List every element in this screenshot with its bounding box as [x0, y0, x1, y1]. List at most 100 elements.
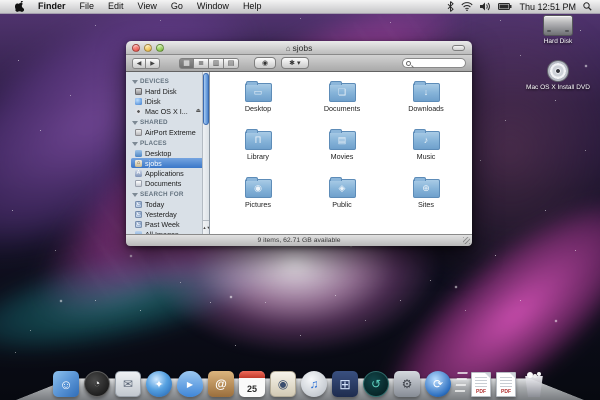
folder-icon: ↓	[413, 83, 440, 102]
folder-view: ▭Desktop ❏Documents ↓Downloads ΠLibrary …	[210, 72, 472, 234]
dock-safari-icon[interactable]: ✦	[146, 371, 172, 397]
sidebar-item-past-week[interactable]: ◷Past Week	[131, 219, 201, 229]
action-button[interactable]: ✱▾	[281, 57, 308, 69]
folder-music[interactable]: ♪Music	[384, 128, 468, 176]
sidebar-item-idisk[interactable]: iDisk	[131, 96, 201, 106]
folder-icon: ◈	[329, 179, 356, 198]
forward-button[interactable]: ▶	[146, 58, 160, 69]
dock-trash-icon[interactable]	[521, 372, 547, 397]
folder-sites[interactable]: ⊕Sites	[384, 176, 468, 224]
home-icon: ⌂	[286, 44, 291, 53]
clock-icon: ◷	[135, 211, 142, 218]
sidebar-item-airport-extreme[interactable]: AirPort Extreme	[131, 127, 201, 137]
apple-menu-icon[interactable]	[8, 1, 31, 12]
sidebar-item-applications[interactable]: AApplications	[131, 168, 201, 178]
status-bar: 9 items, 62.71 GB available	[126, 234, 472, 246]
scrollbar-thumb[interactable]	[203, 73, 209, 125]
sidebar-item-yesterday[interactable]: ◷Yesterday	[131, 209, 201, 219]
dock-software-update-icon[interactable]: ⟳	[425, 371, 451, 397]
title-bar[interactable]: ⌂sjobs	[126, 41, 472, 55]
wifi-icon[interactable]	[461, 2, 473, 11]
view-coverflow-button[interactable]: ▤	[224, 58, 239, 69]
folder-desktop[interactable]: ▭Desktop	[216, 80, 300, 128]
sidebar-section-places[interactable]: PLACES	[132, 140, 201, 147]
folder-public[interactable]: ◈Public	[300, 176, 384, 224]
eject-icon[interactable]: ⏏	[196, 108, 201, 114]
sidebar-item-documents[interactable]: Documents	[131, 178, 201, 188]
menu-item-go[interactable]: Go	[164, 0, 190, 13]
view-list-button[interactable]: ≣	[194, 58, 209, 69]
folder-movies[interactable]: ▤Movies	[300, 128, 384, 176]
folder-downloads[interactable]: ↓Downloads	[384, 80, 468, 128]
dock-time-machine-icon[interactable]: ↺	[363, 371, 389, 397]
dock-finder-icon[interactable]: ☺	[53, 371, 79, 397]
menu-item-window[interactable]: Window	[190, 0, 236, 13]
sidebar-scrollbar[interactable]: ▲▼	[202, 72, 209, 234]
dock-document-icon[interactable]: PDF	[496, 372, 516, 397]
sidebar-item-install-dvd[interactable]: Mac OS X I...⏏	[131, 106, 201, 116]
back-button[interactable]: ◀	[132, 58, 146, 69]
dock-mail-icon[interactable]: ✉	[115, 371, 141, 397]
menu-item-view[interactable]: View	[131, 0, 164, 13]
search-input[interactable]	[402, 58, 466, 68]
folder-library[interactable]: ΠLibrary	[216, 128, 300, 176]
folder-icon: ▤	[329, 131, 356, 150]
sidebar-item-hard-disk[interactable]: Hard Disk	[131, 86, 201, 96]
idisk-icon	[135, 98, 142, 105]
folder-icon: ♪	[413, 131, 440, 150]
volume-icon[interactable]	[480, 2, 491, 11]
dock-iphoto-icon[interactable]: ◉	[270, 371, 296, 397]
disclosure-triangle-icon[interactable]	[132, 121, 138, 125]
spotlight-icon[interactable]	[583, 2, 592, 11]
dock-address-book-icon[interactable]: @	[208, 371, 234, 397]
view-icon-button[interactable]: ▦	[179, 58, 194, 69]
clock-icon: ◷	[135, 221, 142, 228]
sidebar-section-devices[interactable]: DEVICES	[132, 78, 201, 85]
sidebar-item-desktop[interactable]: Desktop	[131, 148, 201, 158]
dock-separator	[454, 372, 467, 396]
disclosure-triangle-icon[interactable]	[132, 193, 138, 197]
folder-documents[interactable]: ❏Documents	[300, 80, 384, 128]
disclosure-triangle-icon[interactable]	[132, 80, 138, 84]
dock: ☺ ◔ ✉ ✦ ▶ @ 25 ◉ ♫ ⊞ ↺ ⚙ ⟳ PDF PDF	[0, 358, 600, 400]
dock-spaces-icon[interactable]: ⊞	[332, 371, 358, 397]
sidebar-item-today[interactable]: ◷Today	[131, 199, 201, 209]
menu-item-edit[interactable]: Edit	[101, 0, 131, 13]
dock-itunes-icon[interactable]: ♫	[301, 371, 327, 397]
menu-item-help[interactable]: Help	[236, 0, 269, 13]
sidebar-item-sjobs[interactable]: ⌂sjobs	[131, 158, 209, 168]
chevron-down-icon: ▾	[297, 59, 301, 67]
sidebar-section-shared[interactable]: SHARED	[132, 119, 201, 126]
quicklook-button[interactable]: ◉	[254, 57, 276, 69]
toolbar-toggle-pill-button[interactable]	[452, 45, 465, 51]
home-icon: ⌂	[135, 160, 142, 167]
applications-icon: A	[135, 170, 142, 177]
desktop[interactable]: Finder File Edit View Go Window Help Thu…	[0, 0, 600, 400]
dock-ical-icon[interactable]: 25	[239, 371, 265, 397]
desktop-icon-install-dvd[interactable]: Mac OS X Install DVD	[518, 60, 598, 91]
dock-document-icon[interactable]: PDF	[471, 372, 491, 397]
airport-icon	[135, 129, 142, 136]
folder-pictures[interactable]: ◉Pictures	[216, 176, 300, 224]
dock-dashboard-icon[interactable]: ◔	[84, 371, 110, 397]
dock-ichat-icon[interactable]: ▶	[177, 371, 203, 397]
menu-clock[interactable]: Thu 12:51 PM	[519, 2, 576, 12]
disclosure-triangle-icon[interactable]	[132, 142, 138, 146]
menu-item-finder[interactable]: Finder	[31, 0, 73, 13]
battery-icon[interactable]	[498, 3, 512, 10]
desktop-icon-hard-disk[interactable]: Hard Disk	[518, 15, 598, 45]
dock-system-preferences-icon[interactable]: ⚙	[394, 371, 420, 397]
menu-item-file[interactable]: File	[73, 0, 102, 13]
folder-icon: ❏	[329, 83, 356, 102]
folder-icon: ▭	[245, 83, 272, 102]
bluetooth-icon[interactable]	[447, 1, 454, 12]
view-column-button[interactable]: ▥	[209, 58, 224, 69]
toolbar: ◀ ▶ ▦ ≣ ▥ ▤ ◉ ✱▾	[126, 55, 472, 72]
gear-icon: ✱	[289, 59, 295, 67]
documents-icon	[135, 180, 142, 187]
sidebar-section-search-for[interactable]: SEARCH FOR	[132, 191, 201, 198]
hard-disk-icon	[543, 15, 573, 36]
hard-disk-icon	[135, 88, 142, 95]
folder-icon: ⊕	[413, 179, 440, 198]
scrollbar-arrows[interactable]: ▲▼	[203, 220, 210, 234]
